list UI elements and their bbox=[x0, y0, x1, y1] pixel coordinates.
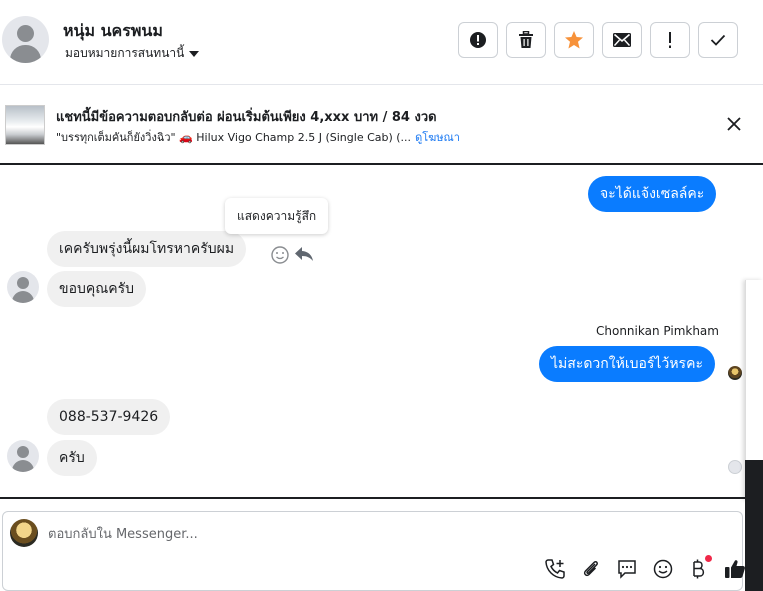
message-bubble[interactable]: ขอบคุณครับ bbox=[47, 271, 146, 307]
emoji-button[interactable] bbox=[651, 557, 675, 581]
mark-spam-button[interactable] bbox=[458, 22, 498, 58]
message-bubble[interactable]: ไม่สะดวกให้เบอร์ไว้หรคะ bbox=[539, 346, 715, 382]
conversation-header: หนุ่ม นครพนม มอบหมายการสนทนานี้ bbox=[0, 0, 763, 85]
react-emoji-icon[interactable] bbox=[270, 245, 290, 265]
emoji-icon bbox=[653, 559, 673, 579]
view-ad-link[interactable]: ดูโฆษณา bbox=[415, 128, 460, 146]
message-thread[interactable]: จะได้แจ้งเซลล์คะ เคครับพรุ่งนี้ผมโทรหาคร… bbox=[0, 165, 745, 498]
message-bubble[interactable]: ครับ bbox=[47, 440, 97, 476]
ad-subtitle: "บรรทุกเต็มคันก็ยังวิ่งฉิว" 🚗 Hilux Vigo… bbox=[56, 131, 412, 144]
message-bubble[interactable]: จะได้แจ้งเซลล์คะ bbox=[588, 176, 717, 212]
ad-title: แชทนี้มีข้อความตอบกลับต่อ ผ่อนเริ่มต้นเพ… bbox=[56, 110, 437, 125]
trash-icon bbox=[519, 31, 533, 48]
alert-circle-icon bbox=[470, 32, 486, 48]
envelope-icon bbox=[613, 33, 631, 47]
caret-down-icon bbox=[189, 50, 200, 57]
attach-file-button[interactable] bbox=[579, 557, 603, 581]
message-bubble[interactable]: 088-537-9426 bbox=[47, 399, 171, 435]
close-banner-button[interactable] bbox=[724, 114, 744, 134]
close-icon bbox=[727, 117, 741, 131]
star-icon bbox=[565, 31, 583, 49]
ad-thumbnail[interactable] bbox=[5, 105, 45, 145]
star-button[interactable] bbox=[554, 22, 594, 58]
message-bubble[interactable]: เคครับพรุ่งนี้ผมโทรหาครับผม bbox=[47, 231, 247, 267]
react-tooltip: แสดงความรู้สึก bbox=[225, 198, 329, 234]
add-call-icon bbox=[545, 559, 565, 579]
side-panel-dark-edge bbox=[745, 460, 763, 591]
like-button[interactable] bbox=[723, 557, 747, 581]
thumbs-up-icon bbox=[725, 560, 745, 578]
assign-label: มอบหมายการสนทนานี้ bbox=[65, 46, 185, 60]
exclamation-icon bbox=[669, 32, 671, 48]
seen-by-avatar bbox=[728, 366, 742, 380]
assign-conversation-dropdown[interactable]: มอบหมายการสนทนานี้ bbox=[65, 44, 200, 63]
ad-subtitle-row: "บรรทุกเต็มคันก็ยังวิ่งฉิว" 🚗 Hilux Vigo… bbox=[56, 128, 460, 146]
page-avatar bbox=[10, 519, 38, 547]
follow-up-button[interactable] bbox=[650, 22, 690, 58]
add-call-button[interactable] bbox=[543, 557, 567, 581]
mark-unread-button[interactable] bbox=[602, 22, 642, 58]
delete-button[interactable] bbox=[506, 22, 546, 58]
seen-by-avatar bbox=[728, 460, 742, 474]
reply-icon[interactable] bbox=[294, 245, 314, 263]
notification-dot bbox=[705, 555, 712, 562]
reply-input[interactable] bbox=[48, 522, 548, 546]
composer-divider bbox=[0, 497, 763, 499]
saved-reply-button[interactable] bbox=[615, 557, 639, 581]
sender-avatar bbox=[7, 440, 39, 472]
mark-done-button[interactable] bbox=[698, 22, 738, 58]
saved-reply-icon bbox=[618, 560, 636, 579]
paperclip-icon bbox=[583, 561, 598, 577]
contact-avatar[interactable] bbox=[2, 16, 49, 63]
sender-avatar bbox=[7, 271, 39, 303]
baht-icon bbox=[693, 559, 705, 579]
check-icon bbox=[710, 34, 726, 46]
sender-name: Chonnikan Pimkham bbox=[596, 324, 719, 338]
contact-name[interactable]: หนุ่ม นครพนม bbox=[63, 19, 163, 44]
